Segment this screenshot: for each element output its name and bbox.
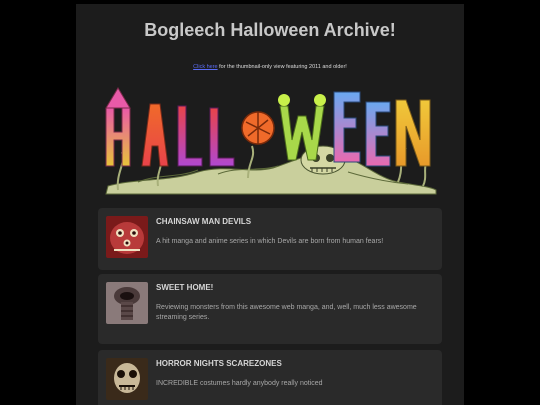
card-description: A hit manga and anime series in which De…: [156, 238, 384, 245]
thumbnail-view-link[interactable]: Click here: [193, 64, 217, 70]
card-title[interactable]: HORROR NIGHTS SCAREZONES: [156, 359, 282, 368]
scarezone-thumbnail[interactable]: [106, 358, 148, 400]
halloween-banner: [105, 87, 437, 195]
thumbnail-view-notice-text: for the thumbnail-only view featuring 20…: [217, 64, 347, 70]
archive-card[interactable]: CHAINSAW MAN DEVILS A hit manga and anim…: [98, 208, 442, 270]
card-description: Reviewing monsters from this awesome web…: [156, 304, 417, 321]
main-page: Bogleech Halloween Archive! Click here f…: [76, 4, 464, 405]
card-title[interactable]: CHAINSAW MAN DEVILS: [156, 217, 251, 226]
card-title[interactable]: SWEET HOME!: [156, 283, 213, 292]
thumbnail-view-notice: Click here for the thumbnail-only view f…: [76, 64, 464, 70]
chainsaw-devil-thumbnail[interactable]: [106, 216, 148, 258]
archive-card[interactable]: SWEET HOME! Reviewing monsters from this…: [98, 274, 442, 344]
sweet-home-thumbnail[interactable]: [106, 282, 148, 324]
card-description: INCREDIBLE costumes hardly anybody reall…: [156, 380, 323, 387]
page-title: Bogleech Halloween Archive!: [144, 20, 396, 40]
archive-card[interactable]: HORROR NIGHTS SCAREZONES INCREDIBLE cost…: [98, 350, 442, 405]
